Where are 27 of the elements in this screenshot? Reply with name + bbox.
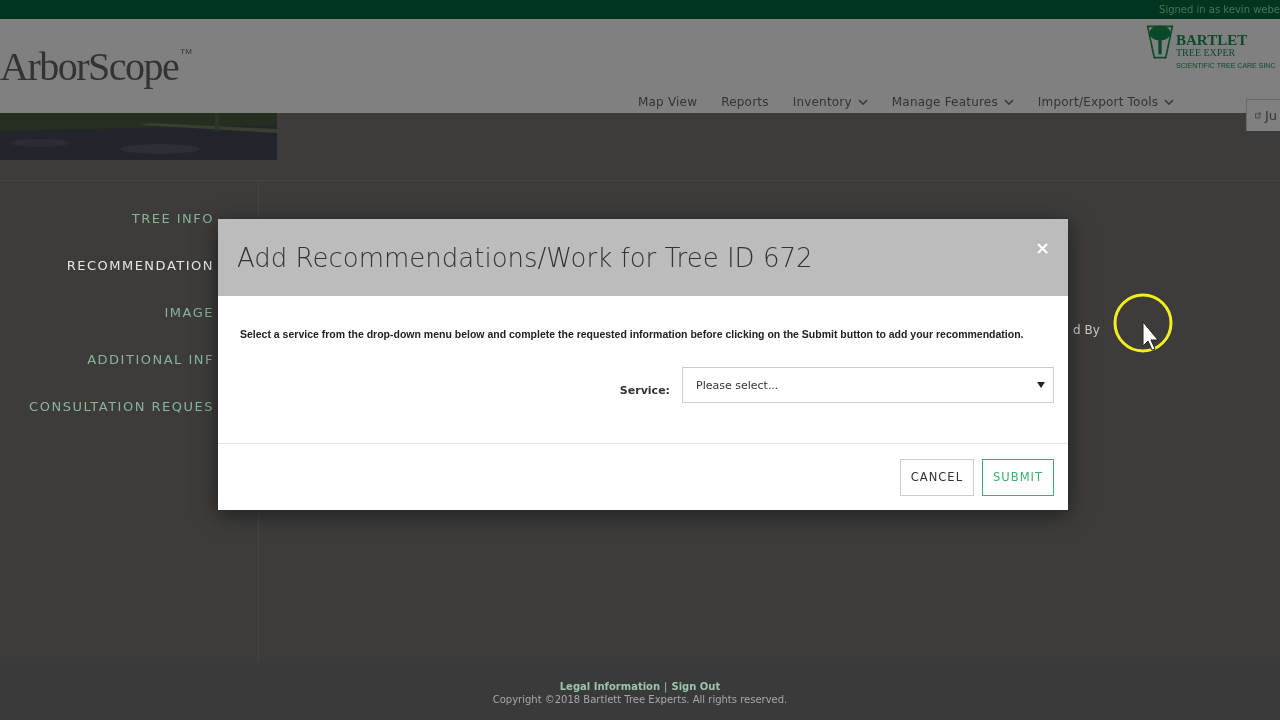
nav-menu-item[interactable]: Map View (626, 89, 710, 115)
arborscope-logo: ArborScope$^{TM}$ (0, 43, 192, 91)
copyright-text: Copyright ©2018 Bartlett Tree Experts. All rights reserved. (492, 694, 788, 705)
service-dropdown[interactable]: Please select... (682, 367, 1054, 403)
signed-in-text: Signed in as kevin webe (1159, 4, 1280, 15)
footer-link[interactable]: Sign Out (671, 681, 721, 692)
footer-link[interactable]: Legal Information (559, 681, 661, 692)
field-label: d By (1073, 323, 1100, 339)
instruction-text: Select a service from the drop-down menu below and complete the requested information before clicking on the Submit button to add your recommendation. (240, 328, 1025, 341)
share-button[interactable]: Ju (1246, 99, 1280, 131)
cursor-highlight-icon (1112, 292, 1174, 354)
cancel-button[interactable]: CANCEL (899, 458, 975, 496)
brand-subtitle: TREE EXPER (1176, 48, 1237, 58)
nav-menu-item[interactable]: Inventory (780, 89, 880, 115)
section-tab[interactable]: TREE INFO (131, 195, 258, 242)
link-separator: | (664, 681, 668, 692)
dropdown-arrow-icon (1037, 382, 1045, 388)
brand-name: BARTLET (1176, 33, 1249, 48)
submit-button[interactable]: SUBMIT (982, 458, 1054, 496)
modal-title: Add Recommendations/Work for Tree ID 672 (237, 242, 813, 273)
nav-menu-item[interactable]: Import/Export Tools (1025, 89, 1187, 115)
external-link-icon (1255, 110, 1261, 121)
service-label: Service: (619, 383, 670, 397)
nav-menu-item[interactable]: Reports (709, 89, 781, 115)
section-tab[interactable]: CONSULTATION REQUES (29, 383, 258, 430)
nav-menu-item[interactable]: Manage Features (879, 89, 1026, 115)
tree-logo-icon (1146, 23, 1174, 61)
